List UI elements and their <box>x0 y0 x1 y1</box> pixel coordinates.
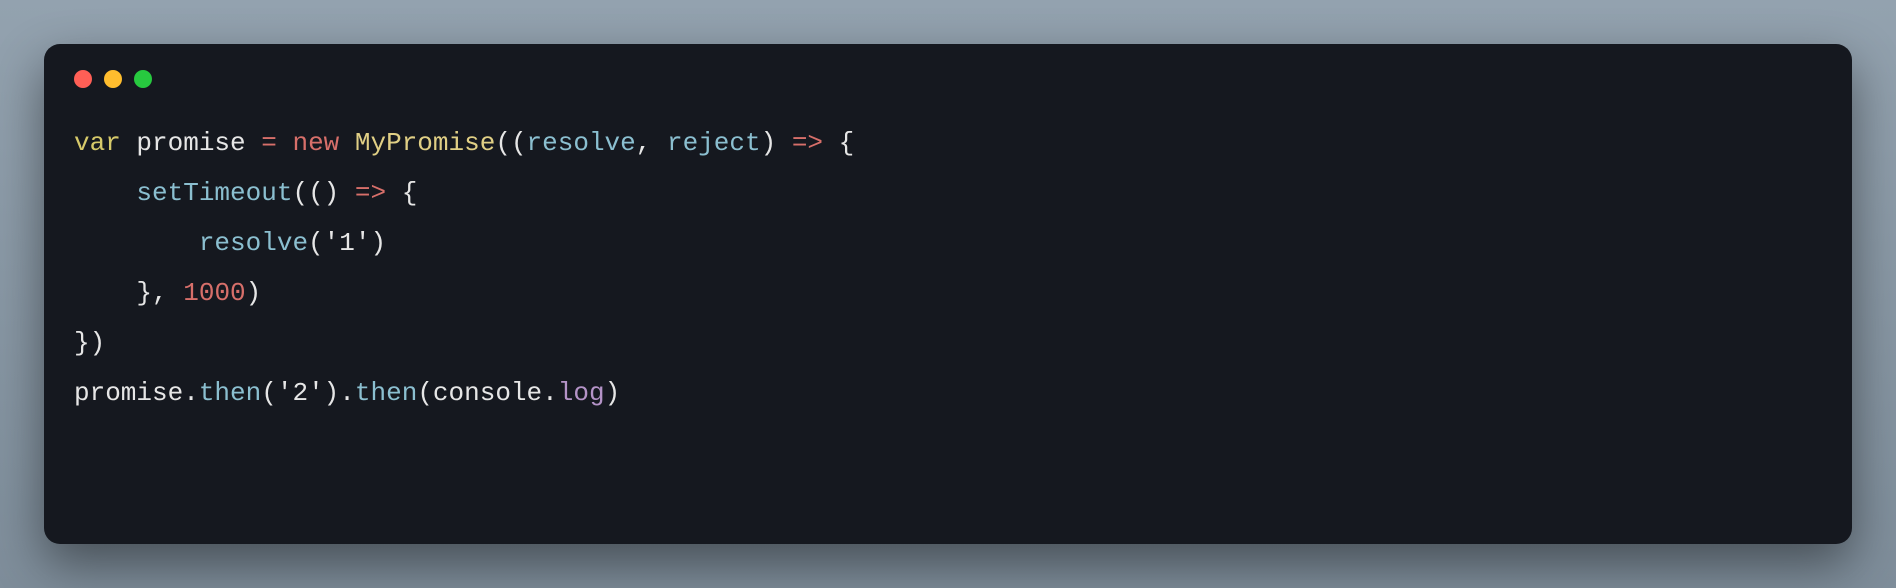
comma: , <box>636 128 667 158</box>
dot: . <box>183 378 199 408</box>
paren-open: ( <box>292 178 308 208</box>
number-1000: 1000 <box>183 278 245 308</box>
space <box>246 128 262 158</box>
code-window: var promise = new MyPromise((resolve, re… <box>44 44 1852 544</box>
dot: . <box>339 378 355 408</box>
code-block: var promise = new MyPromise((resolve, re… <box>74 118 1822 418</box>
indent <box>74 228 199 258</box>
keyword-var: var <box>74 128 121 158</box>
param-resolve: resolve <box>527 128 636 158</box>
space <box>277 128 293 158</box>
indent <box>74 278 136 308</box>
close-icon[interactable] <box>74 70 92 88</box>
string-2: '2' <box>277 378 324 408</box>
fn-settimeout: setTimeout <box>136 178 292 208</box>
arrow: => <box>792 128 823 158</box>
paren-close: ) <box>370 228 386 258</box>
class-mypromise: MyPromise <box>355 128 495 158</box>
brace-open: { <box>839 128 855 158</box>
space <box>339 128 355 158</box>
paren-open: ( <box>261 378 277 408</box>
fn-then: then <box>355 378 417 408</box>
object-console: console <box>433 378 542 408</box>
property-log: log <box>558 378 605 408</box>
paren-close: ) <box>324 378 340 408</box>
dot: . <box>542 378 558 408</box>
string-1: '1' <box>324 228 371 258</box>
paren-open: ( <box>417 378 433 408</box>
indent <box>74 178 136 208</box>
paren-close: ) <box>324 178 340 208</box>
paren-close: ) <box>246 278 262 308</box>
operator-equals: = <box>261 128 277 158</box>
brace-close: } <box>136 278 152 308</box>
fn-resolve-call: resolve <box>199 228 308 258</box>
brace-open: { <box>402 178 418 208</box>
paren-open: ( <box>308 178 324 208</box>
comma: , <box>152 278 183 308</box>
space <box>121 128 137 158</box>
brace-close: } <box>74 328 90 358</box>
keyword-new: new <box>292 128 339 158</box>
identifier-promise: promise <box>74 378 183 408</box>
paren-close: ) <box>605 378 621 408</box>
arrow: => <box>355 178 386 208</box>
zoom-icon[interactable] <box>134 70 152 88</box>
space <box>339 178 355 208</box>
param-reject: reject <box>667 128 761 158</box>
paren-open: ( <box>511 128 527 158</box>
window-traffic-lights <box>74 70 1822 88</box>
paren-open: ( <box>308 228 324 258</box>
identifier-promise: promise <box>136 128 245 158</box>
page-background: var promise = new MyPromise((resolve, re… <box>0 0 1896 588</box>
minimize-icon[interactable] <box>104 70 122 88</box>
space <box>776 128 792 158</box>
paren-close: ) <box>761 128 777 158</box>
paren-close: ) <box>90 328 106 358</box>
fn-then: then <box>199 378 261 408</box>
paren-open: ( <box>495 128 511 158</box>
space <box>386 178 402 208</box>
space <box>823 128 839 158</box>
